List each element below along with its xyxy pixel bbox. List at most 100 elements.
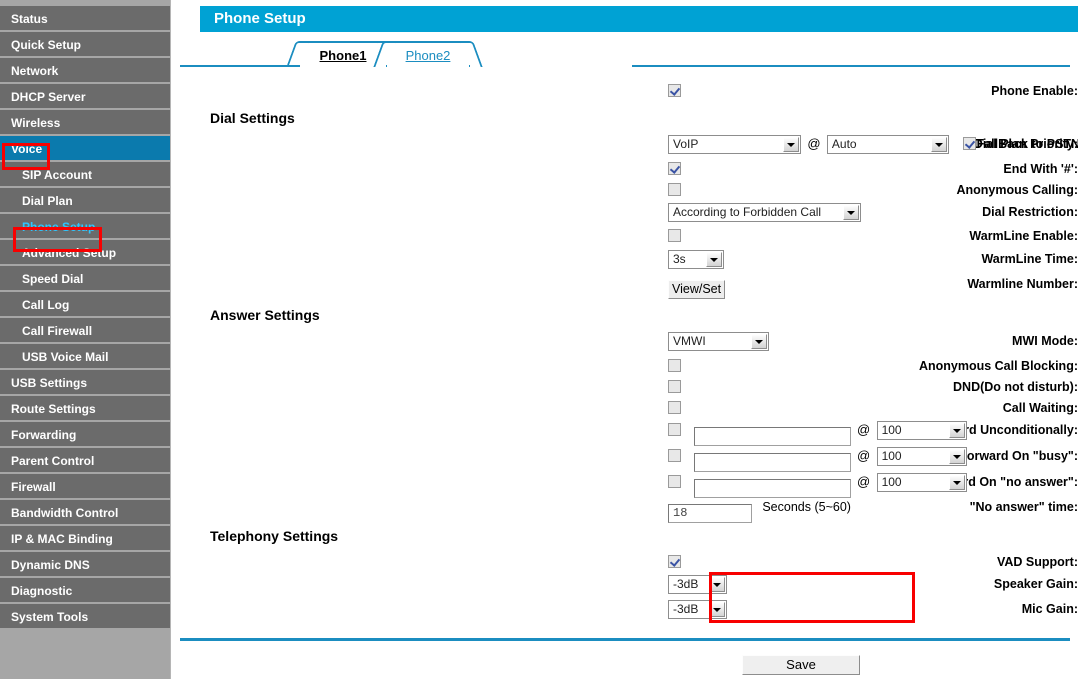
select-mwi-mode[interactable]: VMWI: [668, 332, 769, 351]
select-forward-unconditionally-account[interactable]: 100: [876, 421, 967, 440]
checkbox-dnd[interactable]: [668, 380, 681, 393]
fields-vad-support: [668, 551, 681, 573]
row-no-answer-time: "No answer" time: Seconds (5~60): [172, 496, 1078, 523]
row-call-waiting: Call Waiting:: [172, 397, 1078, 419]
sidebar-item-usb-voice-mail[interactable]: USB Voice Mail: [0, 344, 170, 370]
chevron-down-icon: [751, 334, 767, 349]
select-forward-on-no-answer-account[interactable]: 100: [876, 473, 967, 492]
sidebar-item-dial-plan[interactable]: Dial Plan: [0, 188, 170, 214]
sidebar-item-label: USB Settings: [11, 376, 88, 390]
sidebar-item-status[interactable]: Status: [0, 6, 170, 32]
chevron-down-icon: [783, 137, 799, 152]
checkbox-fallback-to-pstn[interactable]: [962, 137, 976, 150]
checkbox-vad-support[interactable]: [668, 555, 681, 568]
fields-mwi-mode: VMWI: [668, 330, 769, 352]
chevron-down-icon: [706, 252, 722, 267]
save-button[interactable]: Save: [742, 655, 860, 675]
checkbox-forward-unconditionally[interactable]: [668, 423, 681, 436]
input-forward-on-no-answer-number[interactable]: [693, 478, 851, 498]
sidebar-item-label: Status: [11, 12, 48, 26]
select-dial-restriction[interactable]: According to Forbidden Call: [668, 203, 861, 222]
sidebar-item-wireless[interactable]: Wireless: [0, 110, 170, 136]
sidebar-item-speed-dial[interactable]: Speed Dial: [0, 266, 170, 292]
page-title: Phone Setup: [200, 6, 1078, 32]
tab-phone2[interactable]: Phone2: [387, 41, 469, 67]
checkbox-anonymous-calling[interactable]: [668, 183, 681, 196]
sidebar-item-label: Wireless: [11, 116, 61, 130]
select-warmline-time[interactable]: 3s: [668, 250, 724, 269]
sidebar-navigation: Status Quick Setup Network DHCP Server Wirel…: [0, 0, 171, 679]
chevron-down-icon: [930, 137, 947, 152]
fields-forward-on-no-answer: @ 100: [668, 471, 967, 498]
sidebar-item-bandwidth-control[interactable]: Bandwidth Control: [0, 500, 170, 526]
sidebar-item-label: Voice: [11, 142, 43, 156]
checkbox-phone-enable[interactable]: [668, 84, 681, 97]
sidebar-item-parent-control[interactable]: Parent Control: [0, 448, 170, 474]
chevron-down-icon: [948, 423, 965, 438]
select-dial-plan-account[interactable]: Auto: [826, 135, 949, 154]
hint-no-answer-time: Seconds (5~60): [762, 500, 851, 514]
sidebar-item-ip-mac-binding[interactable]: IP & MAC Binding: [0, 526, 170, 552]
checkbox-warmline-enable[interactable]: [668, 229, 681, 242]
chevron-down-icon: [948, 449, 965, 464]
select-dial-plan-priority-value: VoIP: [673, 137, 699, 151]
sidebar-item-phone-setup[interactable]: Phone Setup: [0, 214, 170, 240]
sidebar-item-quick-setup[interactable]: Quick Setup: [0, 32, 170, 58]
sidebar-item-label: Forwarding: [11, 428, 77, 442]
sidebar-item-advanced-setup[interactable]: Advanced Setup: [0, 240, 170, 266]
select-dial-plan-priority[interactable]: VoIP: [668, 135, 801, 154]
sidebar-item-label: Phone Setup: [22, 220, 96, 234]
sidebar-item-sip-account[interactable]: SIP Account: [0, 162, 170, 188]
sidebar-item-call-log[interactable]: Call Log: [0, 292, 170, 318]
fields-phone-enable: [668, 80, 681, 102]
checkbox-forward-on-no-answer[interactable]: [668, 475, 681, 488]
checkbox-call-waiting[interactable]: [668, 401, 681, 414]
select-mwi-mode-value: VMWI: [673, 334, 706, 348]
sidebar-item-voice[interactable]: Voice: [0, 136, 170, 162]
label-dnd: DND(Do not disturb):: [953, 380, 1078, 394]
input-no-answer-time[interactable]: [668, 503, 752, 523]
chevron-down-icon: [843, 205, 859, 220]
sidebar-item-label: DHCP Server: [11, 90, 86, 104]
label-anonymous-calling: Anonymous Calling:: [956, 183, 1078, 197]
input-forward-unconditionally-number[interactable]: [693, 426, 851, 446]
checkbox-end-with-hash[interactable]: [668, 162, 681, 175]
sidebar-item-label: IP & MAC Binding: [11, 532, 113, 546]
sidebar-item-firewall[interactable]: Firewall: [0, 474, 170, 500]
sidebar-item-network[interactable]: Network: [0, 58, 170, 84]
sidebar-item-dhcp-server[interactable]: DHCP Server: [0, 84, 170, 110]
section-title-telephony-settings: Telephony Settings: [210, 528, 339, 544]
label-speaker-gain: Speaker Gain:: [993, 577, 1078, 591]
row-mic-gain: Mic Gain: -3dB: [172, 598, 1078, 620]
sidebar-item-system-tools[interactable]: System Tools: [0, 604, 170, 630]
select-forward-on-busy-account[interactable]: 100: [876, 447, 967, 466]
row-dial-restriction: Dial Restriction: According to Forbidden…: [172, 201, 1078, 223]
fields-warmline-time: 3s: [668, 248, 724, 270]
sidebar-item-usb-settings[interactable]: USB Settings: [0, 370, 170, 396]
fields-end-with-hash: [668, 158, 681, 180]
fields-mic-gain: -3dB: [668, 598, 727, 620]
view-set-button[interactable]: View/Set: [668, 280, 726, 299]
input-forward-on-busy-number[interactable]: [693, 452, 851, 472]
fields-call-waiting: [668, 397, 681, 419]
row-dnd: DND(Do not disturb):: [172, 376, 1078, 398]
select-speaker-gain[interactable]: -3dB: [668, 575, 727, 594]
tab-phone1[interactable]: Phone1: [300, 41, 386, 67]
sidebar-item-route-settings[interactable]: Route Settings: [0, 396, 170, 422]
sidebar-item-call-firewall[interactable]: Call Firewall: [0, 318, 170, 344]
sidebar-item-label: Call Firewall: [22, 324, 93, 338]
sidebar-item-label: Route Settings: [11, 402, 96, 416]
checkbox-forward-on-busy[interactable]: [668, 449, 681, 462]
sidebar-item-label: Call Log: [22, 298, 70, 312]
fields-dnd: [668, 376, 681, 398]
label-phone-enable: Phone Enable:: [991, 84, 1078, 98]
sidebar-item-diagnostic[interactable]: Diagnostic: [0, 578, 170, 604]
sidebar-item-forwarding[interactable]: Forwarding: [0, 422, 170, 448]
row-anonymous-calling: Anonymous Calling:: [172, 179, 1078, 201]
tab-phone2-label: Phone2: [405, 48, 451, 63]
sidebar-item-dynamic-dns[interactable]: Dynamic DNS: [0, 552, 170, 578]
sidebar-item-label: Quick Setup: [11, 38, 82, 52]
select-mic-gain[interactable]: -3dB: [668, 600, 727, 619]
tab-phone1-inner: Phone1: [300, 41, 386, 67]
checkbox-anonymous-call-blocking[interactable]: [668, 359, 681, 372]
